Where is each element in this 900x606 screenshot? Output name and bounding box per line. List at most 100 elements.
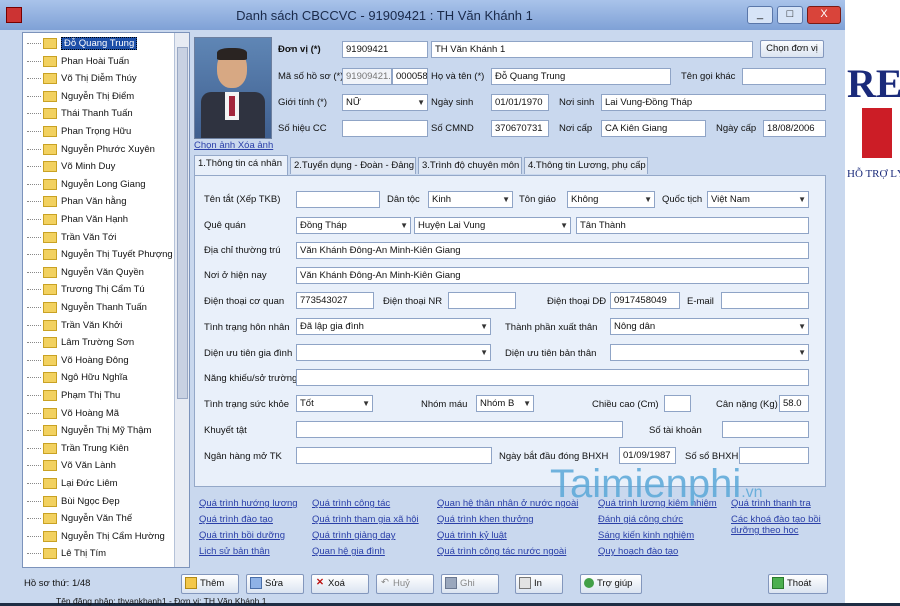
ngay-sinh-field[interactable]: 01/01/1970 — [491, 94, 549, 111]
history-link[interactable]: Quá trình khen thưởng — [437, 514, 534, 525]
tree-item[interactable]: Nguyễn Văn Quyền — [27, 265, 144, 280]
uu-tien-bt-select[interactable]: ▼ — [610, 344, 809, 361]
maximize-button[interactable]: □ — [777, 6, 803, 24]
so-cmnd-field[interactable]: 370670731 — [491, 120, 549, 137]
nhom-mau-select[interactable]: Nhóm B ▼ — [476, 395, 534, 412]
tree-item[interactable]: Ngô Hữu Nghĩa — [27, 370, 128, 385]
delete-button[interactable]: ✕ Xoá — [311, 574, 369, 594]
ten-goi-khac-field[interactable] — [742, 68, 826, 85]
staff-tree[interactable]: Đỗ Quang Trung Phan Hoài Tuấn Võ Thị Diễm … — [22, 32, 190, 568]
ma-so-field[interactable]: 000058 — [392, 68, 428, 85]
tree-item[interactable]: Phạm Thị Thu — [27, 388, 120, 403]
tree-item[interactable]: Nguyễn Long Giang — [27, 177, 146, 192]
chieu-cao-field[interactable] — [664, 395, 691, 412]
tree-scroll-thumb[interactable] — [177, 47, 188, 399]
tree-item[interactable]: Phan Văn hằng — [27, 194, 127, 209]
tree-item[interactable]: Thái Thanh Tuấn — [27, 106, 133, 121]
history-link[interactable]: Quá trình đào tạo — [199, 514, 273, 525]
tree-item[interactable]: Trần Văn Tới — [27, 230, 116, 245]
tree-item[interactable]: Trần Trung Kiên — [27, 441, 129, 456]
que-huyen-select[interactable]: Huyện Lai Vung ▼ — [414, 217, 571, 234]
tree-item[interactable]: Nguyễn Thị Điểm — [27, 89, 134, 104]
email-field[interactable] — [721, 292, 809, 309]
so-hieu-cc-field[interactable] — [342, 120, 428, 137]
choose-unit-button[interactable]: Chọn đơn vị — [760, 40, 824, 58]
exit-button[interactable]: Thoát — [768, 574, 828, 594]
edit-button[interactable]: Sửa — [246, 574, 304, 594]
history-link[interactable]: Quá trình giảng dạy — [312, 530, 395, 541]
dt-co-quan-field[interactable]: 773543027 — [296, 292, 374, 309]
tree-item[interactable]: Bùi Ngọc Đẹp — [27, 494, 120, 509]
history-link[interactable]: Quá trình hướng lương — [199, 498, 298, 509]
xuat-than-select[interactable]: Nông dân ▼ — [610, 318, 809, 335]
tree-item[interactable]: Lại Đức Liêm — [27, 476, 118, 491]
noi-cap-field[interactable]: CA Kiên Giang — [601, 120, 706, 137]
history-link[interactable]: Quy hoạch đào tạo — [598, 546, 678, 557]
dt-dd-field[interactable]: 0917458049 — [610, 292, 680, 309]
dan-toc-select[interactable]: Kinh ▼ — [428, 191, 513, 208]
tab-thong-tin-ca-nhan[interactable]: 1.Thông tin cá nhân — [194, 155, 288, 175]
history-link[interactable]: Quan hệ gia đình — [312, 546, 385, 557]
tree-item[interactable]: Lê Thị Tím — [27, 546, 106, 561]
tree-item[interactable]: Nguyễn Văn Thế — [27, 511, 132, 526]
ngay-cap-field[interactable]: 18/08/2006 — [763, 120, 826, 137]
tree-item[interactable]: Nguyễn Thanh Tuấn — [27, 300, 147, 315]
print-button[interactable]: In — [515, 574, 563, 594]
tab-trinh-do[interactable]: 3.Trình độ chuyên môn — [418, 157, 522, 174]
tab-tuyen-dung[interactable]: 2.Tuyển dụng - Đoàn - Đảng — [290, 157, 416, 174]
history-link[interactable]: Đánh giá công chức — [598, 514, 683, 525]
tree-item[interactable]: Nguyễn Thị Cẩm Hường — [27, 529, 165, 544]
cancel-button[interactable]: ↶ Huỷ — [376, 574, 434, 594]
uu-tien-gd-select[interactable]: ▼ — [296, 344, 491, 361]
tree-item[interactable]: Trần Văn Khởi — [27, 318, 122, 333]
tree-scrollbar[interactable] — [174, 33, 189, 567]
photo-choose-delete-link[interactable]: Chọn ảnh Xóa ảnh — [194, 140, 273, 151]
tree-item[interactable]: Trương Thị Cẩm Tú — [27, 282, 145, 297]
tree-item[interactable]: Võ Văn Lành — [27, 458, 116, 473]
help-button[interactable]: Trợ giúp — [580, 574, 642, 594]
history-link[interactable]: Quá trình tham gia xã hội — [312, 514, 419, 525]
tree-item[interactable]: Phan Hoài Tuấn — [27, 54, 129, 69]
history-link[interactable]: Quá trình kỷ luật — [437, 530, 507, 541]
ten-tat-field[interactable] — [296, 191, 380, 208]
tree-item[interactable]: Nguyễn Thị Mỹ Thậm — [27, 423, 151, 438]
tree-item[interactable]: Võ Hoàng Mã — [27, 406, 119, 421]
add-button[interactable]: Thêm — [181, 574, 239, 594]
dia-chi-field[interactable]: Văn Khánh Đông-An Minh-Kiên Giang — [296, 242, 809, 259]
close-button[interactable]: X — [807, 6, 841, 24]
history-link[interactable]: Quá trình bồi dưỡng — [199, 530, 285, 541]
dt-nr-field[interactable] — [448, 292, 516, 309]
so-tai-khoan-field[interactable] — [722, 421, 809, 438]
noi-o-field[interactable]: Văn Khánh Đông-An Minh-Kiên Giang — [296, 267, 809, 284]
que-tinh-select[interactable]: Đồng Tháp ▼ — [296, 217, 411, 234]
nang-khieu-field[interactable] — [296, 369, 809, 386]
quoc-tich-select[interactable]: Việt Nam ▼ — [707, 191, 809, 208]
gioi-tinh-select[interactable]: NỮ ▼ — [342, 94, 428, 111]
khuyet-tat-field[interactable] — [296, 421, 623, 438]
tree-item[interactable]: Võ Thị Diễm Thúy — [27, 71, 137, 86]
tree-item[interactable]: Võ Hoàng Đông — [27, 353, 129, 368]
history-link[interactable]: Quá trình công tác — [312, 498, 390, 509]
don-vi-name-field[interactable]: TH Văn Khánh 1 — [431, 41, 753, 58]
ngan-hang-field[interactable] — [296, 447, 492, 464]
hon-nhan-select[interactable]: Đã lập gia đình ▼ — [296, 318, 491, 335]
don-vi-code-field[interactable]: 91909421 — [342, 41, 428, 58]
tree-item[interactable]: Võ Minh Duy — [27, 159, 115, 174]
ho-ten-field[interactable]: Đỗ Quang Trung — [491, 68, 671, 85]
tree-item[interactable]: Phan Văn Hạnh — [27, 212, 128, 227]
tree-item[interactable]: Phan Trọng Hữu — [27, 124, 131, 139]
history-link[interactable]: Sáng kiến kinh nghiệm — [598, 530, 694, 541]
can-nang-field[interactable]: 58.0 — [779, 395, 809, 412]
que-xa-field[interactable]: Tân Thành — [576, 217, 809, 234]
ton-giao-select[interactable]: Không ▼ — [567, 191, 655, 208]
history-link[interactable]: Các khoá đào tạo bồi dưỡng theo học — [731, 514, 823, 536]
suc-khoe-select[interactable]: Tốt ▼ — [296, 395, 373, 412]
noi-sinh-field[interactable]: Lai Vung-Đồng Tháp — [601, 94, 826, 111]
tree-item[interactable]: Nguyễn Phước Xuyên — [27, 142, 155, 157]
history-link[interactable]: Lịch sử bản thân — [199, 546, 270, 557]
tree-item[interactable]: Nguyễn Thị Tuyết Phượng — [27, 247, 173, 262]
tree-item[interactable]: Đỗ Quang Trung — [27, 36, 138, 51]
tree-item[interactable]: Lâm Trường Sơn — [27, 335, 134, 350]
minimize-button[interactable]: _ — [747, 6, 773, 24]
save-button[interactable]: Ghi — [441, 574, 499, 594]
